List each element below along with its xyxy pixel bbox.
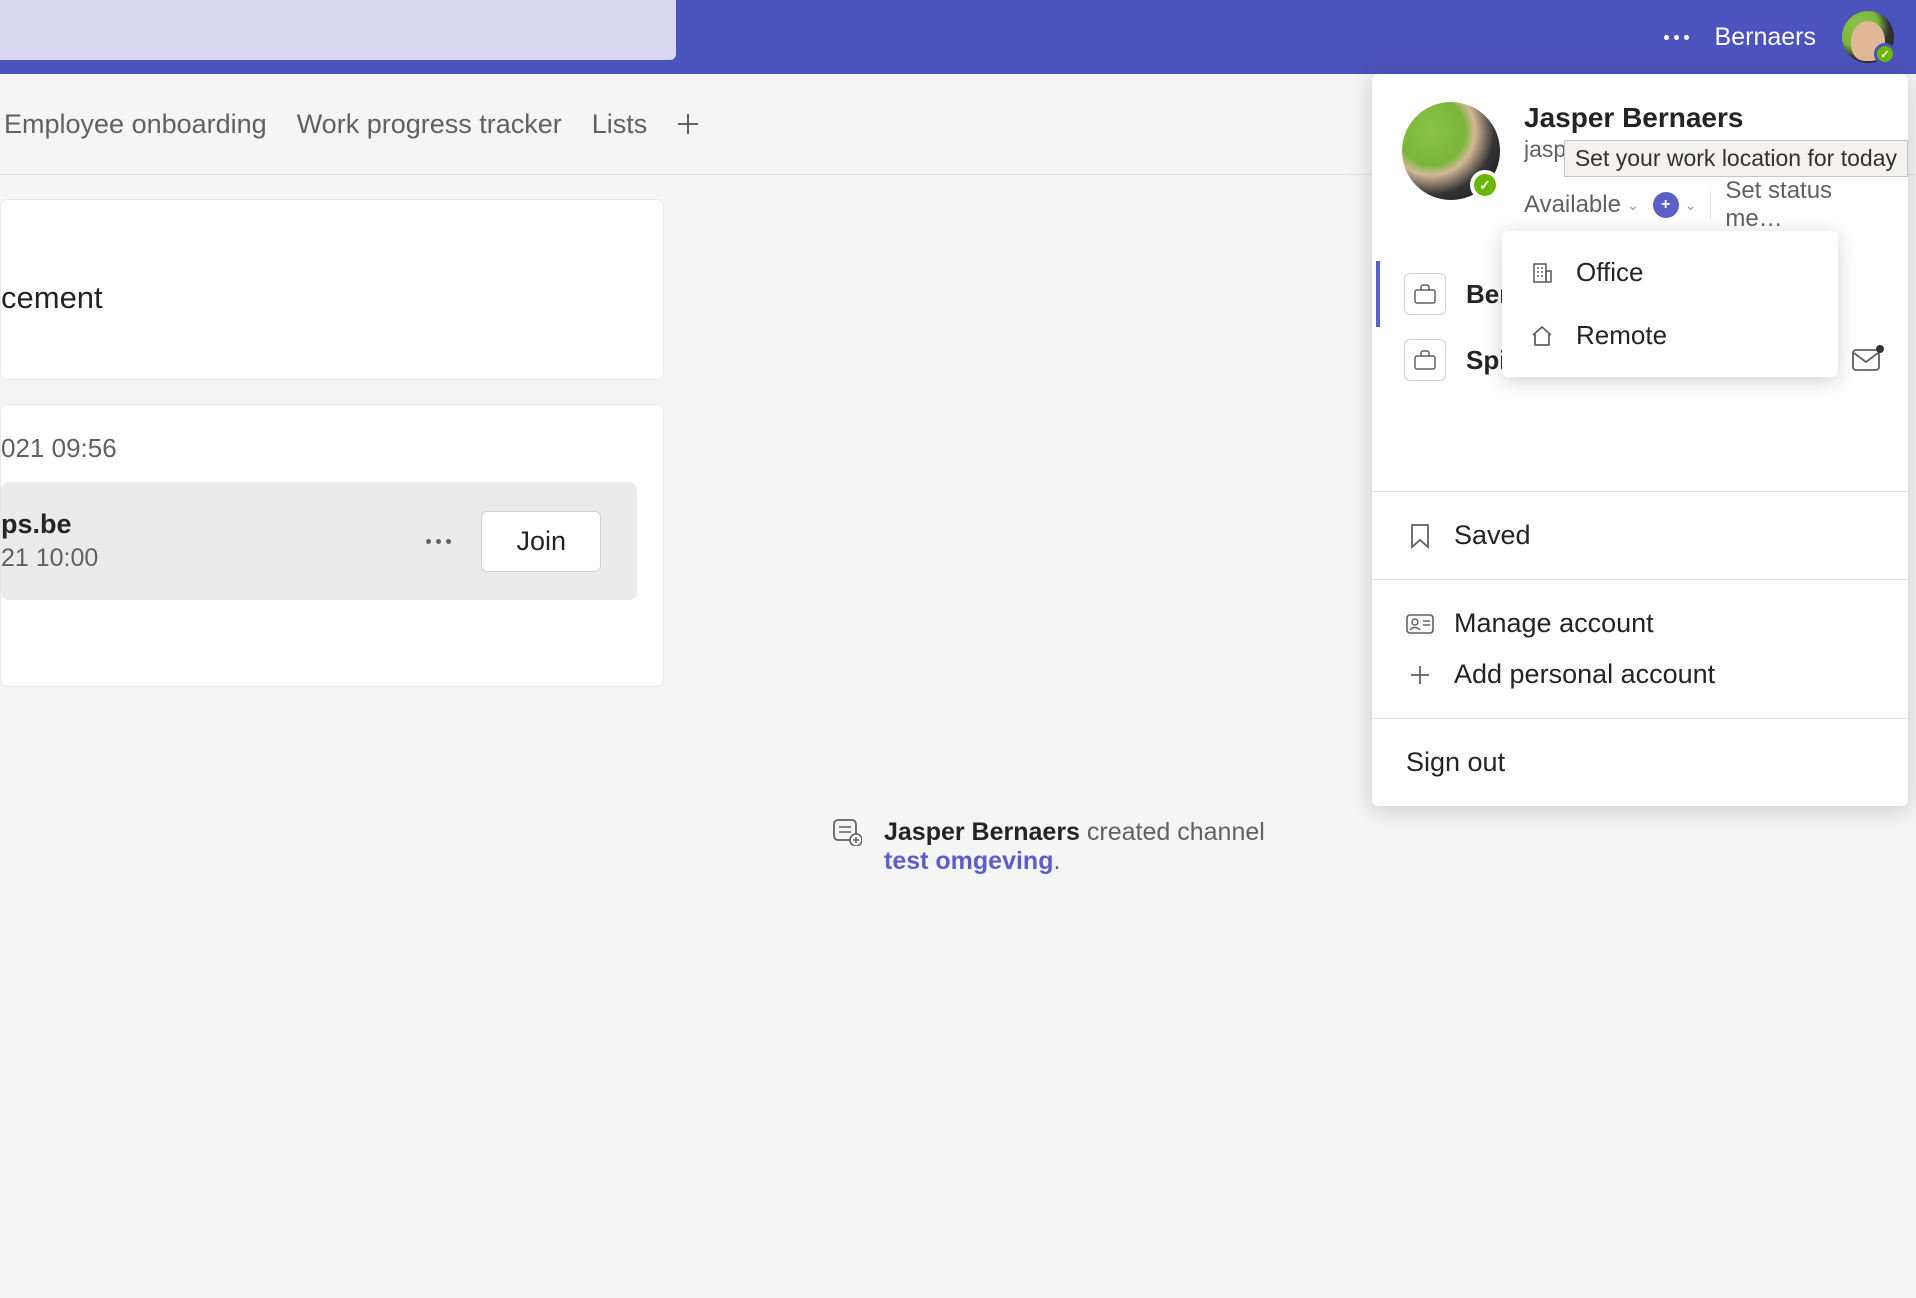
app-header: Bernaers ✓	[0, 0, 1916, 74]
channel-created-icon	[832, 818, 862, 846]
menu-label: Saved	[1454, 520, 1531, 551]
chevron-down-icon: ⌄	[1685, 197, 1697, 214]
presence-available-icon: ✓	[1470, 170, 1500, 200]
home-icon	[1530, 324, 1554, 348]
activity-author: Jasper Bernaers	[884, 818, 1080, 846]
set-status-label: Set status me…	[1725, 177, 1878, 233]
header-username[interactable]: Bernaers	[1715, 23, 1816, 52]
add-tab-button[interactable]	[677, 113, 699, 135]
id-card-icon	[1406, 614, 1434, 634]
menu-label: Sign out	[1406, 747, 1505, 778]
manage-account-item[interactable]: Manage account	[1372, 598, 1908, 649]
add-account-item[interactable]: Add personal account	[1372, 649, 1908, 700]
activity-action: created channel	[1080, 818, 1265, 846]
bookmark-icon	[1406, 523, 1434, 549]
plus-icon	[677, 113, 699, 135]
activity-period: .	[1053, 847, 1060, 875]
post-text: cement	[1, 280, 103, 315]
work-location-tooltip: Set your work location for today	[1564, 140, 1908, 177]
presence-available-icon: ✓	[1874, 43, 1896, 65]
meeting-title: ps.be	[1, 509, 426, 540]
meeting-info: ps.be 21 10:00	[1, 509, 426, 573]
meeting-timestamp: 021 09:56	[1, 405, 663, 482]
notification-dot	[1876, 345, 1884, 353]
sign-out-item[interactable]: Sign out	[1372, 737, 1908, 788]
location-label: Office	[1576, 257, 1643, 288]
meeting-row[interactable]: ps.be 21 10:00 Join	[1, 482, 637, 600]
menu-section-saved: Saved	[1372, 491, 1908, 579]
work-location-menu: Office Remote	[1502, 231, 1838, 377]
location-remote[interactable]: Remote	[1502, 304, 1838, 367]
separator	[1710, 191, 1711, 219]
search-input[interactable]	[0, 0, 676, 60]
meeting-card: 021 09:56 ps.be 21 10:00 Join	[0, 404, 664, 687]
menu-label: Manage account	[1454, 608, 1654, 639]
menu-section-signout: Sign out	[1372, 718, 1908, 806]
profile-menu: ✓ Jasper Bernaers jasper@be Available ⌄ …	[1372, 74, 1908, 806]
menu-section-account: Manage account Add personal account	[1372, 579, 1908, 718]
profile-avatar: ✓	[1402, 102, 1500, 200]
location-label: Remote	[1576, 320, 1667, 351]
building-icon	[1530, 261, 1554, 285]
header-avatar[interactable]: ✓	[1842, 11, 1894, 63]
tab-employee-onboarding[interactable]: Employee onboarding	[4, 109, 267, 140]
plus-icon	[1406, 664, 1434, 686]
briefcase-icon	[1404, 273, 1446, 315]
join-button[interactable]: Join	[481, 511, 601, 572]
location-office[interactable]: Office	[1502, 241, 1838, 304]
saved-item[interactable]: Saved	[1372, 510, 1908, 561]
meeting-more-icon[interactable]	[426, 539, 451, 544]
post-card[interactable]: cement	[0, 199, 664, 380]
status-row: Available ⌄ + ⌄ Set status me…	[1524, 177, 1878, 233]
activity-text: Jasper Bernaers created channel test omg…	[884, 818, 1265, 876]
tab-work-progress[interactable]: Work progress tracker	[297, 109, 562, 140]
meeting-time: 21 10:00	[1, 544, 426, 573]
activity-item[interactable]: Jasper Bernaers created channel test omg…	[832, 818, 1265, 876]
location-plus-icon: +	[1653, 192, 1679, 218]
chevron-down-icon: ⌄	[1627, 197, 1639, 214]
profile-name: Jasper Bernaers	[1524, 102, 1878, 134]
header-right: Bernaers ✓	[1664, 11, 1916, 63]
status-label: Available	[1524, 191, 1621, 219]
tab-lists[interactable]: Lists	[592, 109, 648, 140]
set-status-message[interactable]: Set status me…	[1725, 177, 1878, 233]
work-location-button[interactable]: + ⌄	[1653, 192, 1697, 218]
mail-notification-icon[interactable]	[1852, 349, 1880, 371]
activity-channel-link[interactable]: test omgeving	[884, 847, 1053, 875]
menu-label: Add personal account	[1454, 659, 1715, 690]
presence-status[interactable]: Available ⌄	[1524, 191, 1639, 219]
briefcase-icon	[1404, 339, 1446, 381]
more-icon[interactable]	[1664, 35, 1689, 40]
